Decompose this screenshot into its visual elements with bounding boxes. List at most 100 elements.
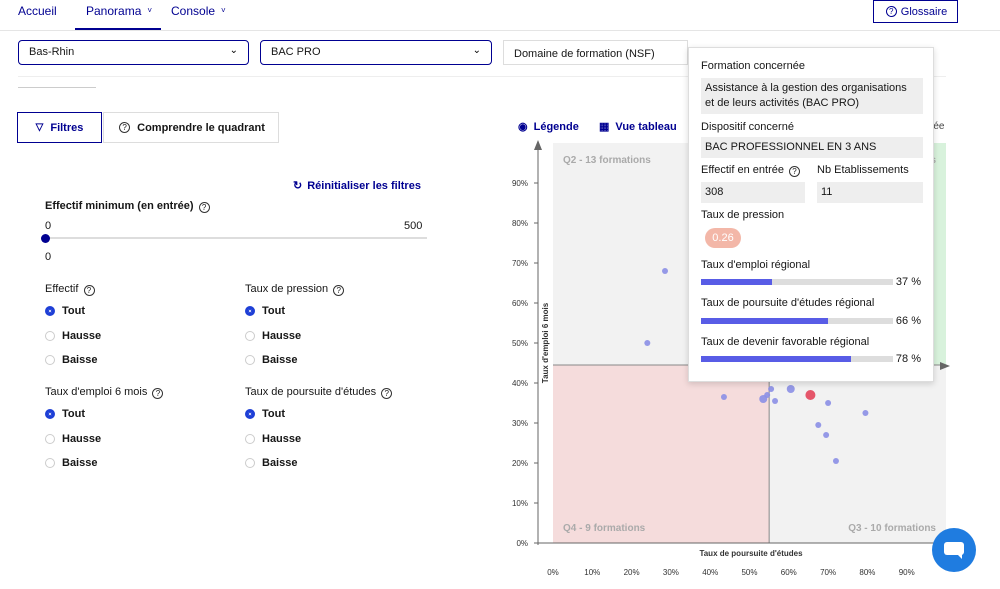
nav-item-accueil[interactable]: Accueil — [18, 4, 57, 18]
data-point — [764, 392, 771, 398]
divider — [18, 87, 96, 88]
y-tick-label: 90% — [512, 179, 528, 188]
data-point — [720, 394, 727, 400]
x-axis-label: Taux de poursuite d'études — [699, 549, 803, 558]
radio-option[interactable]: Baisse — [245, 354, 297, 366]
radio-option[interactable]: Tout — [45, 305, 85, 317]
glossary-button[interactable]: ? Glossaire — [873, 0, 958, 23]
table-view-label: Vue tableau — [615, 121, 677, 133]
question-icon[interactable]: ? — [198, 202, 210, 213]
radio-circle[interactable] — [45, 306, 55, 316]
radio-option[interactable]: Tout — [45, 408, 85, 420]
data-point — [823, 432, 830, 438]
quadrant-q4 — [553, 365, 770, 543]
radio-label: Hausse — [262, 432, 302, 445]
question-icon: ? — [885, 6, 897, 17]
radio-circle[interactable] — [45, 409, 55, 419]
reset-filters-button[interactable]: ↻ Réinitialiser les filtres — [293, 179, 421, 192]
radio-option[interactable]: Hausse — [245, 433, 301, 445]
emploi-percent: 37 % — [895, 276, 921, 288]
dispositif-value: BAC PROFESSIONNEL EN 3 ANS — [701, 137, 923, 158]
top-nav: Accueil Panorama ˅ Console ˅ ? Glossaire — [0, 0, 1000, 31]
radio-circle[interactable] — [245, 330, 255, 341]
radio-option[interactable]: Baisse — [245, 457, 297, 469]
etab-value: 11 — [817, 182, 923, 203]
radio-circle[interactable] — [245, 355, 255, 365]
radio-label: Baisse — [62, 457, 98, 469]
legend-button[interactable]: ◉ Légende — [518, 120, 579, 133]
x-tick-label: 40% — [702, 568, 718, 577]
radio-circle[interactable] — [245, 458, 255, 468]
data-point — [644, 340, 651, 346]
pression-badge: 0.26 — [705, 228, 741, 248]
quadrant-q3 — [769, 365, 946, 543]
formation-value: Assistance à la gestion des organisation… — [701, 78, 923, 114]
question-icon[interactable]: ? — [152, 388, 164, 399]
dispositif-label: Dispositif concerné — [701, 121, 794, 133]
radio-label: Hausse — [62, 329, 102, 342]
radio-option[interactable]: Baisse — [45, 354, 97, 366]
tab-label: Comprendre le quadrant — [137, 121, 265, 134]
min-effectif-slider[interactable] — [45, 237, 427, 239]
radio-label: Tout — [62, 305, 86, 317]
slider-handle[interactable] — [41, 234, 50, 243]
data-point — [772, 398, 779, 404]
radio-label: Baisse — [262, 354, 298, 366]
region-select[interactable]: Bas-Rhin ⌄ — [18, 40, 249, 65]
radio-option[interactable]: Baisse — [45, 457, 97, 469]
chevron-down-icon: ⌄ — [229, 45, 238, 56]
emploi-bar-fill — [701, 279, 773, 285]
radio-option[interactable]: Tout — [245, 305, 285, 317]
table-view-button[interactable]: ▦ Vue tableau — [599, 120, 677, 133]
radio-option[interactable]: Hausse — [245, 330, 301, 342]
quadrant-q2-label: Q2 - 13 formations — [563, 155, 651, 166]
diploma-select[interactable]: BAC PRO ⌄ — [260, 40, 492, 65]
y-tick-label: 10% — [512, 499, 528, 508]
nav-item-panorama[interactable]: Panorama ˅ — [86, 4, 152, 18]
poursuite-bar-fill — [701, 318, 828, 324]
effectif-value: 308 — [701, 182, 805, 203]
radio-option[interactable]: Tout — [245, 408, 285, 420]
domain-select[interactable]: Domaine de formation (NSF) — [503, 40, 688, 65]
min-effectif-label: Effectif minimum (en entrée) — [45, 200, 194, 212]
poursuite-bar — [701, 318, 893, 324]
radio-option[interactable]: Hausse — [45, 330, 101, 342]
pression-label: Taux de pression — [701, 209, 785, 221]
nav-item-console[interactable]: Console ˅ — [171, 4, 226, 18]
region-select-value: Bas-Rhin — [29, 46, 75, 58]
table-icon: ▦ — [599, 121, 610, 133]
radio-circle[interactable] — [245, 433, 255, 444]
radio-circle[interactable] — [45, 330, 55, 341]
radio-circle[interactable] — [45, 355, 55, 365]
filter-group-title: Effectif ? — [45, 283, 95, 296]
x-tick-label: 90% — [899, 568, 915, 577]
effectif-label: Effectif en entrée ? — [701, 164, 801, 177]
nav-label: Panorama — [86, 4, 142, 18]
question-icon[interactable]: ? — [381, 388, 393, 399]
question-icon[interactable]: ? — [333, 285, 345, 296]
tab-quadrant[interactable]: ? Comprendre le quadrant — [103, 112, 279, 143]
x-tick-label: 70% — [820, 568, 836, 577]
radio-circle[interactable] — [245, 409, 255, 419]
chat-button[interactable] — [932, 528, 976, 572]
y-tick-label: 0% — [516, 539, 528, 548]
question-icon: ? — [789, 166, 801, 177]
radio-option[interactable]: Hausse — [45, 433, 101, 445]
formation-tooltip: Formation concernée Assistance à la gest… — [688, 47, 934, 382]
tab-filters[interactable]: ▽ Filtres — [17, 112, 102, 143]
radio-circle[interactable] — [45, 433, 55, 444]
reset-label: Réinitialiser les filtres — [307, 180, 421, 192]
y-tick-label: 70% — [512, 259, 528, 268]
radio-label: Baisse — [62, 354, 98, 366]
radio-circle[interactable] — [245, 306, 255, 316]
radio-circle[interactable] — [45, 458, 55, 468]
question-icon[interactable]: ? — [83, 285, 95, 296]
legend-label: Légende — [533, 121, 579, 133]
y-tick-label: 30% — [512, 419, 528, 428]
data-point — [832, 458, 839, 464]
data-point — [768, 386, 775, 392]
formation-label: Formation concernée — [701, 60, 805, 72]
question-icon: ? — [119, 122, 131, 133]
quadrant-q4-label: Q4 - 9 formations — [563, 523, 646, 534]
data-point — [815, 422, 822, 428]
